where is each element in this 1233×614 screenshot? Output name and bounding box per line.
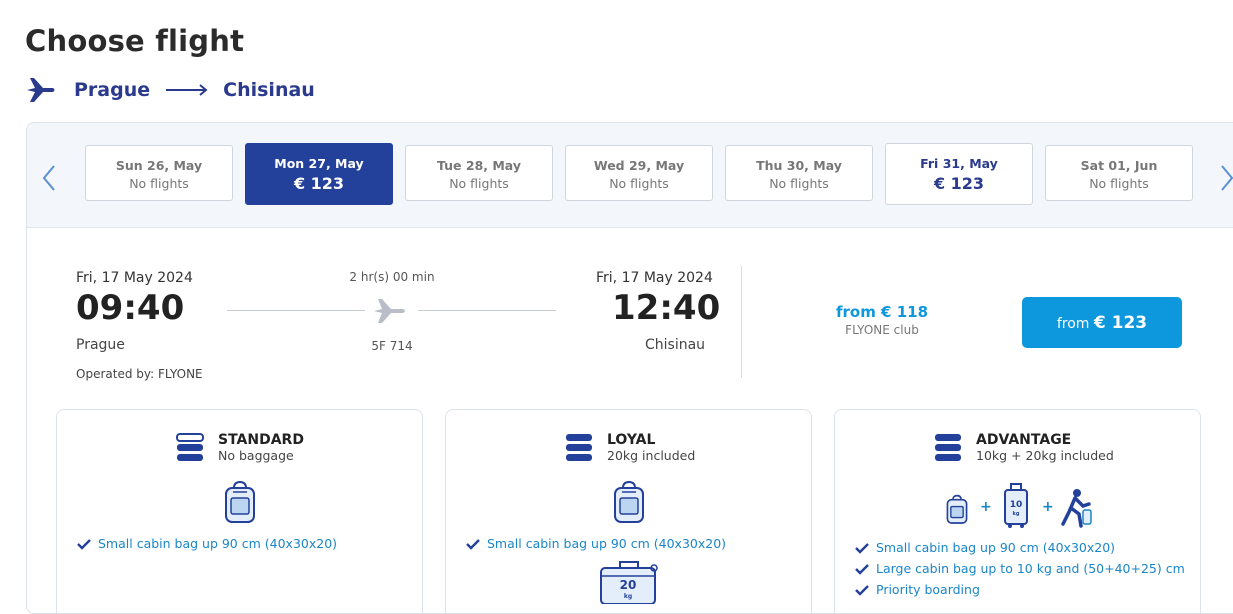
divider	[741, 266, 742, 378]
date-label: Tue 28, May	[436, 158, 521, 173]
route-line-right	[418, 310, 556, 311]
date-option[interactable]: Thu 30, May No flights	[725, 145, 873, 201]
date-label: Mon 27, May	[274, 156, 364, 171]
date-status: No flights	[449, 176, 509, 191]
chevron-left-icon[interactable]	[41, 163, 57, 193]
arrow-right-icon	[166, 84, 208, 96]
plus-sign: +	[1042, 499, 1054, 515]
fare-feature: Small cabin bag up 90 cm (40x30x20)	[466, 536, 726, 551]
date-status: No flights	[769, 176, 829, 191]
flight-number: 5F 714	[371, 339, 413, 353]
book-button-price: € 123	[1093, 312, 1148, 333]
check-icon	[77, 538, 91, 550]
fare-name: STANDARD	[218, 432, 304, 448]
fare-feature-text: Small cabin bag up 90 cm (40x30x20)	[876, 540, 1116, 555]
operated-by: Operated by: FLYONE	[76, 367, 203, 381]
fare-stack-icon	[176, 433, 204, 461]
trolley-icon: 10 kg	[1004, 483, 1028, 528]
check-icon	[855, 542, 869, 554]
book-button[interactable]: from € 123	[1022, 297, 1182, 348]
date-label: Fri 31, May	[920, 156, 998, 171]
fare-header: LOYAL 20kg included	[565, 432, 695, 464]
arrival-date: Fri, 17 May 2024	[596, 270, 713, 286]
chevron-right-icon[interactable]	[1219, 163, 1233, 193]
date-price: € 123	[293, 174, 345, 193]
fare-subtitle: No baggage	[218, 448, 294, 463]
club-label: FLYONE club	[845, 323, 919, 337]
plane-icon	[27, 78, 55, 102]
date-option-selected[interactable]: Mon 27, May € 123	[245, 143, 393, 205]
date-option[interactable]: Sun 26, May No flights	[85, 145, 233, 201]
arrival-time: 12:40	[612, 288, 721, 328]
route-line-left	[227, 310, 365, 311]
check-icon	[855, 584, 869, 596]
departure-time: 09:40	[76, 288, 185, 328]
date-status: No flights	[1089, 176, 1149, 191]
operated-by-label: Operated by:	[76, 367, 155, 381]
date-label: Sat 01, Jun	[1080, 158, 1158, 173]
date-status: No flights	[609, 176, 669, 191]
fare-card-standard[interactable]: STANDARD No baggage Small cabin bag up 9…	[56, 409, 423, 613]
date-option[interactable]: Fri 31, May € 123	[885, 143, 1033, 205]
bag-weight-unit: kg	[1013, 511, 1020, 517]
date-label: Thu 30, May	[756, 158, 842, 173]
fare-feature-text: Small cabin bag up 90 cm (40x30x20)	[98, 536, 338, 551]
date-option[interactable]: Wed 29, May No flights	[565, 145, 713, 201]
fare-header: ADVANTAGE 10kg + 20kg included	[934, 432, 1114, 464]
page-title: Choose flight	[25, 24, 245, 58]
fare-name: LOYAL	[607, 432, 656, 448]
check-icon	[466, 538, 480, 550]
bag-weight-label: 20	[620, 578, 637, 592]
date-price: € 123	[933, 174, 985, 193]
fare-feature-text: Priority boarding	[876, 582, 980, 597]
fare-subtitle: 10kg + 20kg included	[976, 448, 1114, 463]
fare-name: ADVANTAGE	[976, 432, 1072, 448]
route-header: Prague Chisinau	[25, 74, 315, 106]
route-destination: Chisinau	[223, 79, 315, 101]
club-price-value: from € 118	[835, 303, 929, 321]
bag-weight-label: 10	[1010, 500, 1023, 510]
flight-panel: Sun 26, May No flights Mon 27, May € 123…	[26, 122, 1233, 614]
date-option[interactable]: Tue 28, May No flights	[405, 145, 553, 201]
fare-stack-icon	[935, 434, 961, 461]
fare-header: STANDARD No baggage	[176, 432, 304, 464]
fare-feature-text: Small cabin bag up 90 cm (40x30x20)	[487, 536, 727, 551]
fare-card-loyal[interactable]: LOYAL 20kg included Small cabin bag up 9…	[445, 409, 812, 613]
backpack-icon	[614, 480, 644, 523]
date-label: Sun 26, May	[115, 158, 203, 173]
backpack-icon	[225, 480, 255, 523]
priority-boarding-icon	[1061, 489, 1092, 528]
arrival-city: Chisinau	[645, 337, 706, 353]
fare-feature-text: Large cabin bag up to 10 kg and (50+40+2…	[876, 561, 1185, 576]
fare-feature: Small cabin bag up 90 cm (40x30x20)	[77, 536, 337, 551]
flight-row: Fri, 17 May 2024 09:40 Prague Operated b…	[27, 228, 1233, 398]
route-origin: Prague	[74, 79, 151, 101]
check-icon	[855, 563, 869, 575]
flight-duration: 2 hr(s) 00 min	[349, 270, 435, 284]
departure-city: Prague	[76, 337, 125, 353]
date-option[interactable]: Sat 01, Jun No flights	[1045, 145, 1193, 201]
book-button-prefix: from	[1056, 315, 1090, 332]
suitcase-icon: 20 kg	[600, 561, 658, 604]
fare-stack-icon	[566, 434, 592, 461]
backpack-icon	[946, 494, 968, 524]
fare-feature: Large cabin bag up to 10 kg and (50+40+2…	[855, 561, 1185, 576]
fare-card-advantage[interactable]: ADVANTAGE 10kg + 20kg included + 10 kg +…	[834, 409, 1201, 613]
date-status: No flights	[129, 176, 189, 191]
fare-feature: Priority boarding	[855, 582, 980, 597]
plus-sign: +	[980, 499, 992, 515]
plane-icon	[374, 299, 405, 323]
departure-date: Fri, 17 May 2024	[76, 270, 193, 286]
date-label: Wed 29, May	[593, 158, 685, 173]
fare-subtitle: 20kg included	[607, 448, 696, 463]
fare-feature: Small cabin bag up 90 cm (40x30x20)	[855, 540, 1115, 555]
date-selector: Sun 26, May No flights Mon 27, May € 123…	[27, 123, 1233, 228]
operator-name: FLYONE	[157, 367, 203, 381]
club-price: from € 118 FLYONE club	[817, 303, 947, 337]
bag-weight-unit: kg	[624, 593, 632, 600]
